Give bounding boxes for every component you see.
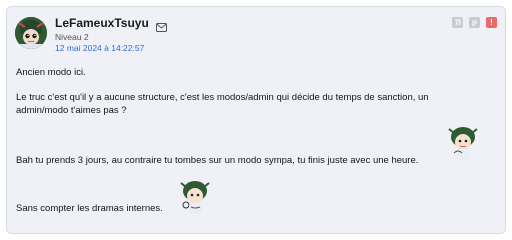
forum-post: LeFameuxTsuyu Niveau 2 12 mai 2024 à 14:… — [6, 6, 506, 234]
paragraph-2: Le truc c'est qu'il y a aucune structure… — [16, 92, 429, 116]
alert-icon[interactable]: ! — [486, 17, 497, 28]
author-info: LeFameuxTsuyu Niveau 2 12 mai 2024 à 14:… — [55, 16, 167, 53]
paragraph-1: Ancien modo ici. — [16, 67, 86, 78]
post-actions: ! — [452, 17, 497, 28]
paragraph-3: Bah tu prends 3 jours, au contraire tu t… — [16, 155, 419, 166]
sticker-image — [178, 179, 212, 215]
paragraph-4: Sans compter les dramas internes. — [16, 203, 163, 214]
avatar-image — [15, 17, 47, 49]
envelope-icon[interactable] — [155, 19, 167, 32]
edit-icon[interactable] — [469, 17, 480, 28]
post-date-link[interactable]: 12 mai 2024 à 14:22:57 — [55, 43, 167, 53]
author-avatar[interactable] — [15, 17, 47, 49]
quote-icon[interactable] — [452, 17, 463, 28]
author-name[interactable]: LeFameuxTsuyu — [55, 16, 149, 30]
sticker-image — [446, 125, 480, 161]
author-rank: Niveau 2 — [55, 32, 89, 42]
post-header: LeFameuxTsuyu Niveau 2 12 mai 2024 à 14:… — [15, 15, 497, 57]
